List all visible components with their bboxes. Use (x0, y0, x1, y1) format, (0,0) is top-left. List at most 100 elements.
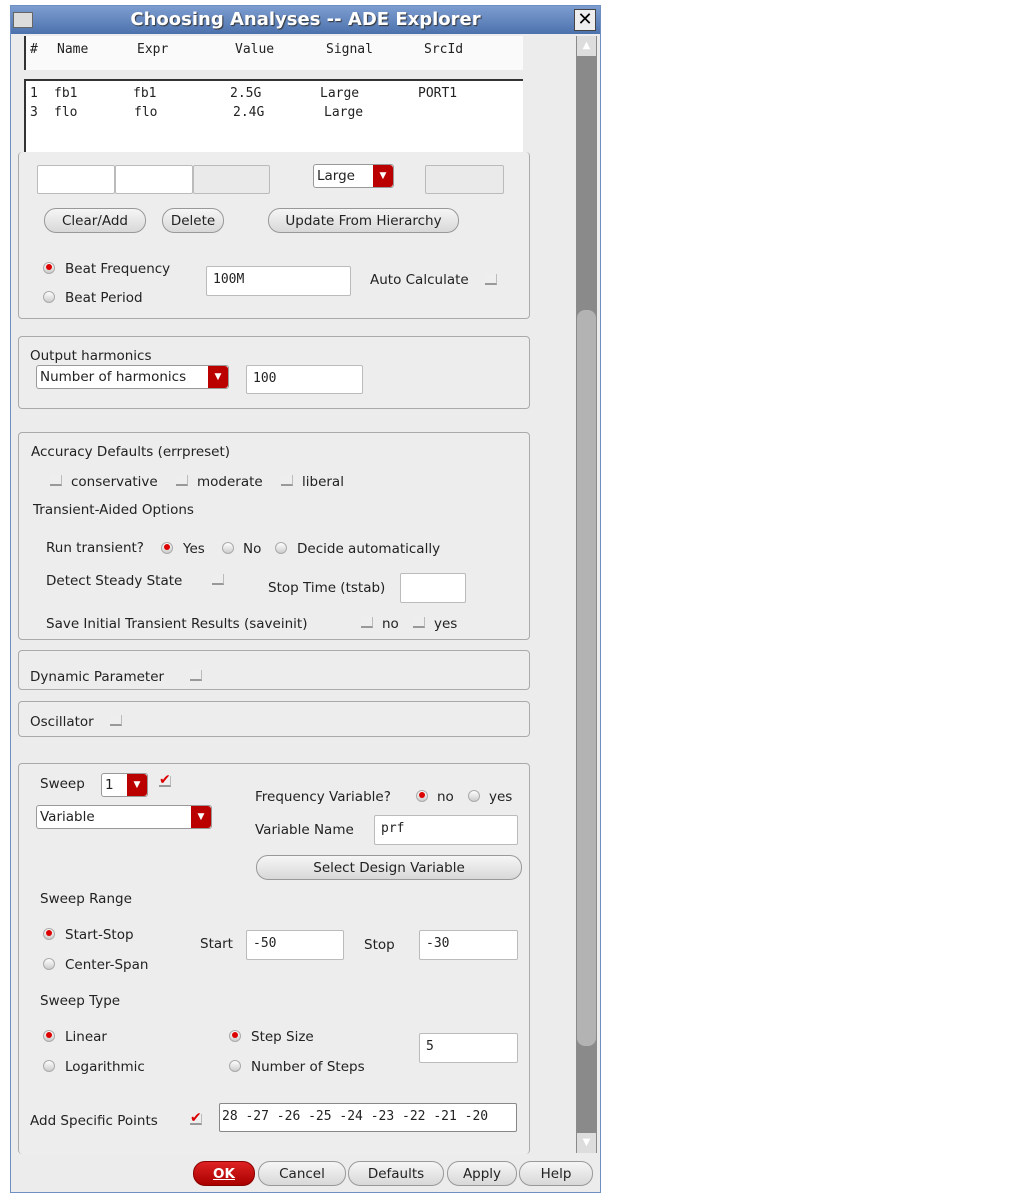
window-menu-icon[interactable] (13, 12, 33, 28)
variable-name-input[interactable]: prf (374, 815, 518, 845)
update-from-hierarchy-button[interactable]: Update From Hierarchy (268, 208, 459, 233)
cancel-button[interactable]: Cancel (258, 1161, 346, 1186)
run-transient-auto-radio[interactable] (275, 542, 287, 554)
stop-input[interactable]: -30 (419, 930, 518, 960)
chevron-down-icon: ▼ (191, 806, 211, 828)
help-button[interactable]: Help (519, 1161, 593, 1186)
col-header-srcid: SrcId (424, 42, 464, 57)
sweep-type-select[interactable]: Variable ▼ (36, 805, 212, 829)
liberal-checkbox[interactable] (281, 475, 293, 486)
title-bar: Choosing Analyses -- ADE Explorer (11, 6, 600, 34)
center-span-radio[interactable] (43, 958, 55, 970)
cell: 3 (30, 105, 38, 120)
stop-time-label: Stop Time (tstab) (268, 580, 386, 596)
beat-period-radio[interactable] (43, 291, 55, 303)
start-input[interactable]: -50 (246, 930, 344, 960)
scroll-up-icon[interactable]: ▲ (577, 36, 596, 56)
auto-calculate-checkbox[interactable] (485, 274, 497, 285)
sweep-checkbox[interactable]: ✔ (159, 773, 171, 787)
output-mode-value: Number of harmonics (40, 369, 187, 385)
expr-input[interactable] (115, 165, 193, 194)
beat-frequency-label: Beat Frequency (65, 261, 171, 277)
value-input[interactable] (193, 165, 270, 194)
step-size-radio[interactable] (229, 1030, 241, 1042)
cell: fb1 (54, 86, 78, 101)
center-span-label: Center-Span (65, 957, 149, 973)
sweep-number-value: 1 (105, 777, 114, 793)
srcid-input[interactable] (425, 165, 504, 194)
delete-button[interactable]: Delete (162, 208, 224, 233)
specific-points-input[interactable]: 28 -27 -26 -25 -24 -23 -22 -21 -20 (219, 1103, 517, 1132)
signal-select[interactable]: Large ▼ (313, 164, 394, 188)
detect-steady-state-checkbox[interactable] (212, 574, 224, 585)
dynamic-parameter-checkbox[interactable] (190, 670, 202, 681)
freq-var-yes-radio[interactable] (468, 790, 480, 802)
decide-automatically-label: Decide automatically (297, 541, 441, 557)
cell: Large (320, 86, 360, 101)
beat-frequency-input[interactable]: 100M (206, 266, 351, 296)
saveinit-no-label: no (382, 616, 399, 632)
close-button[interactable]: ✕ (574, 9, 596, 31)
oscillator-checkbox[interactable] (110, 715, 122, 726)
add-specific-points-label: Add Specific Points (30, 1113, 158, 1129)
start-stop-radio[interactable] (43, 928, 55, 940)
col-header-signal: Signal (326, 42, 373, 57)
output-harmonics-select[interactable]: Number of harmonics ▼ (36, 365, 229, 389)
save-initial-label: Save Initial Transient Results (saveinit… (46, 616, 308, 632)
clear-add-button[interactable]: Clear/Add (44, 208, 146, 233)
saveinit-yes-label: yes (434, 616, 458, 632)
dynamic-parameter-label: Dynamic Parameter (30, 669, 165, 685)
no-label: No (243, 541, 262, 557)
moderate-checkbox[interactable] (176, 475, 188, 486)
col-header-num: # (30, 42, 38, 57)
signal-value: Large (317, 168, 355, 184)
sweep-number-select[interactable]: 1 ▼ (101, 773, 148, 797)
start-stop-label: Start-Stop (65, 927, 134, 943)
add-specific-points-checkbox[interactable]: ✔ (190, 1111, 202, 1125)
col-header-value: Value (235, 42, 275, 57)
harmonics-input[interactable]: 100 (246, 365, 363, 394)
saveinit-no-checkbox[interactable] (361, 617, 373, 628)
apply-button[interactable]: Apply (447, 1161, 517, 1186)
step-size-label: Step Size (251, 1029, 314, 1045)
logarithmic-label: Logarithmic (65, 1059, 145, 1075)
linear-radio[interactable] (43, 1030, 55, 1042)
chevron-down-icon: ▼ (127, 774, 147, 796)
auto-calculate-label: Auto Calculate (370, 272, 469, 288)
defaults-button[interactable]: Defaults (348, 1161, 444, 1186)
step-size-input[interactable]: 5 (419, 1033, 518, 1063)
col-header-name: Name (57, 42, 89, 57)
chevron-down-icon: ▼ (208, 366, 228, 388)
conservative-label: conservative (71, 474, 158, 490)
ok-button[interactable]: OK (193, 1161, 255, 1186)
saveinit-yes-checkbox[interactable] (413, 617, 425, 628)
run-transient-label: Run transient? (46, 540, 144, 556)
detect-steady-state-label: Detect Steady State (46, 573, 183, 589)
beat-frequency-radio[interactable] (43, 262, 55, 274)
start-label: Start (200, 936, 233, 952)
select-design-variable-button[interactable]: Select Design Variable (256, 855, 522, 880)
ok-label: OK (213, 1166, 235, 1182)
freq-var-no-radio[interactable] (416, 790, 428, 802)
name-input[interactable] (37, 165, 115, 194)
sweep-label: Sweep (40, 776, 85, 792)
cell: 2.5G (230, 86, 262, 101)
cell: 2.4G (233, 105, 265, 120)
sweep-range-label: Sweep Range (40, 891, 132, 907)
stop-time-input[interactable] (400, 573, 466, 603)
logarithmic-radio[interactable] (43, 1060, 55, 1072)
number-of-steps-radio[interactable] (229, 1060, 241, 1072)
scroll-down-icon[interactable]: ▼ (577, 1133, 596, 1153)
conservative-checkbox[interactable] (50, 475, 62, 486)
chevron-down-icon: ▼ (373, 165, 393, 187)
oscillator-panel (18, 701, 530, 737)
cell: PORT1 (418, 86, 458, 101)
sweep-type-value: Variable (40, 809, 95, 825)
run-transient-yes-radio[interactable] (161, 542, 173, 554)
run-transient-no-radio[interactable] (222, 542, 234, 554)
oscillator-label: Oscillator (30, 714, 94, 730)
output-harmonics-label: Output harmonics (30, 348, 152, 364)
number-of-steps-label: Number of Steps (251, 1059, 365, 1075)
scrollbar-thumb[interactable] (577, 310, 596, 1046)
linear-label: Linear (65, 1029, 107, 1045)
